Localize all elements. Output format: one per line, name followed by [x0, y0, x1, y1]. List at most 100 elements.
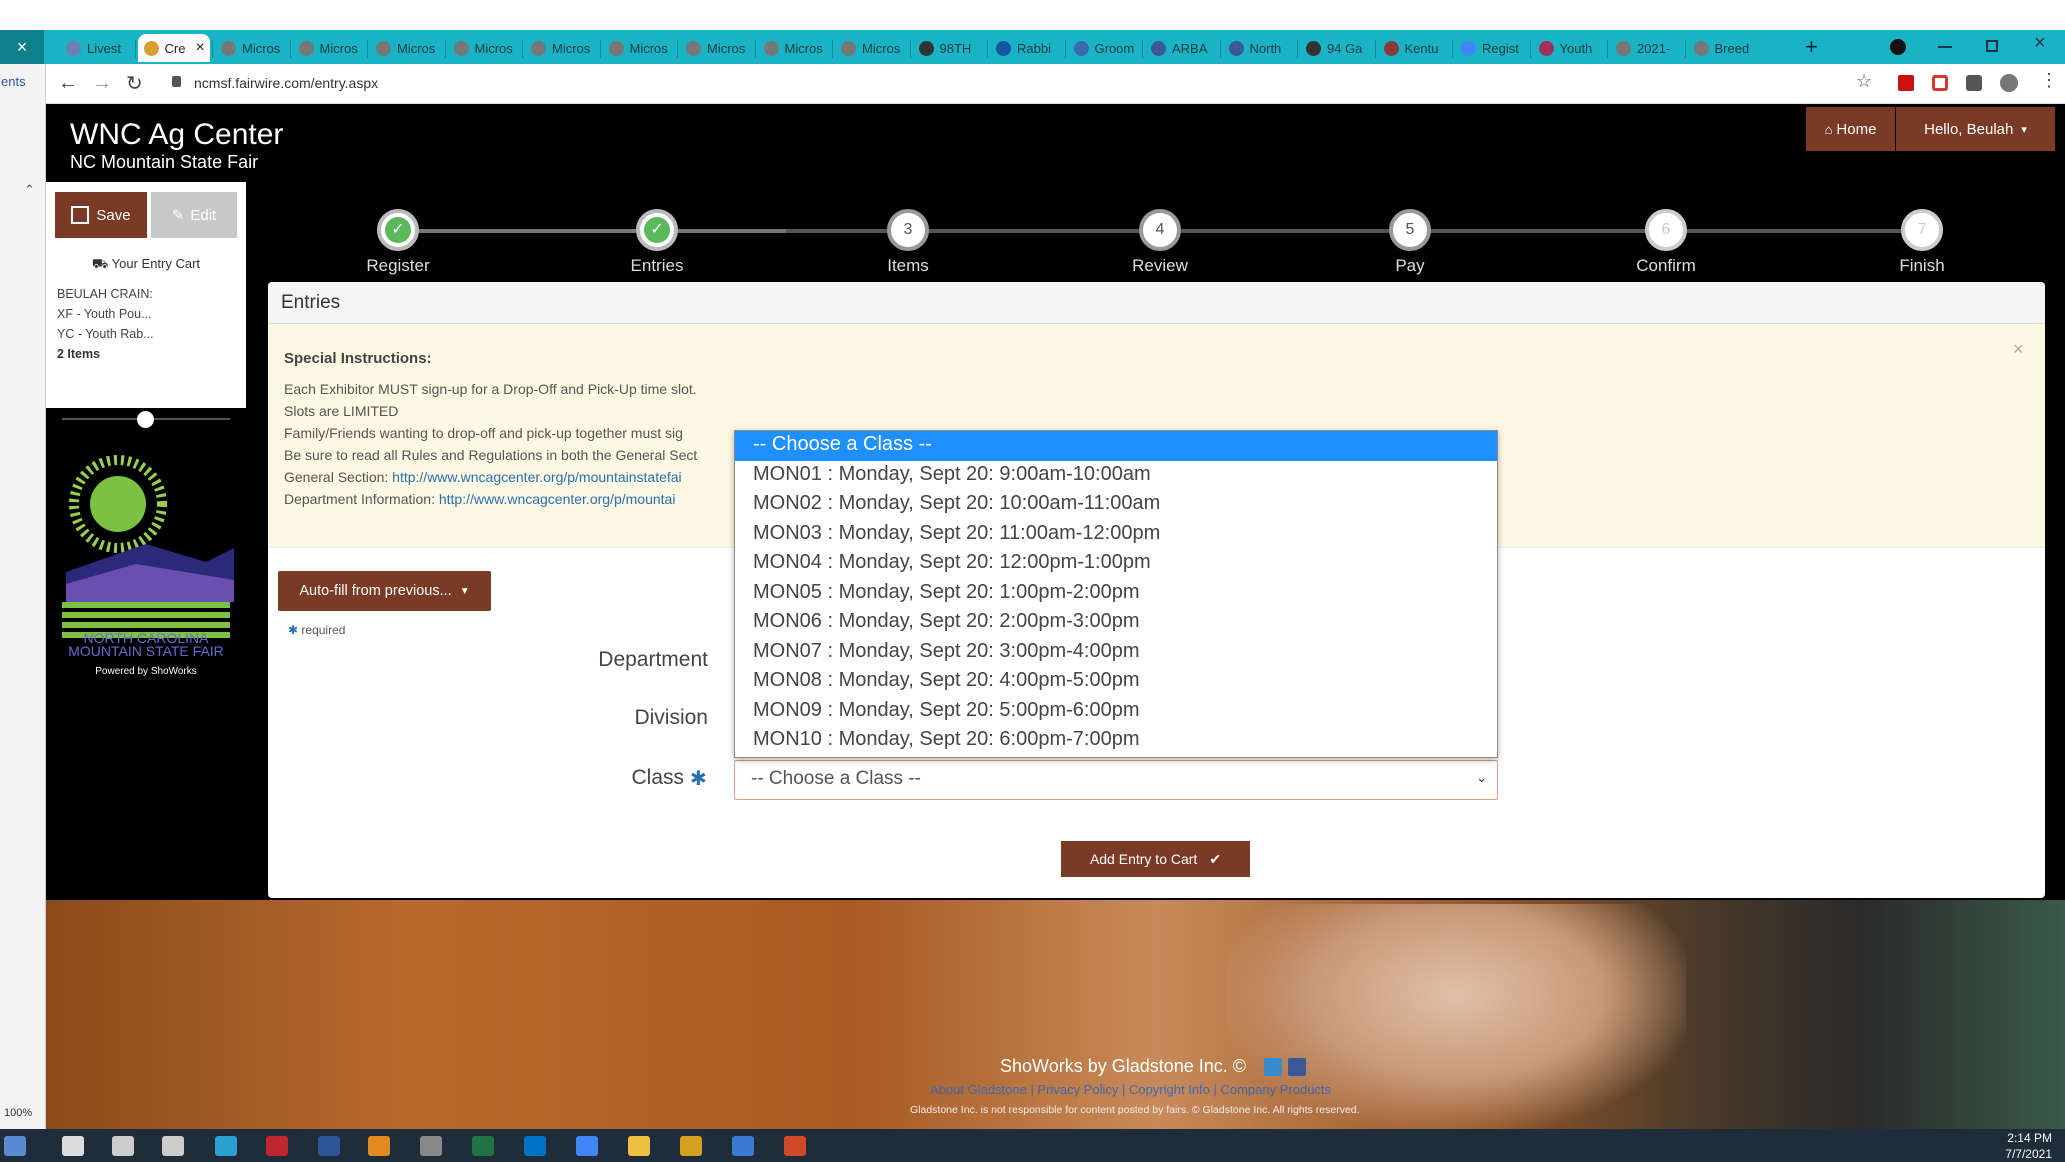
close-tab-icon[interactable]: ×	[195, 39, 204, 57]
browser-tab[interactable]: ARBA	[1145, 34, 1215, 62]
pdf-extension-icon[interactable]	[1898, 75, 1914, 91]
reload-icon[interactable]: ↻	[126, 71, 143, 96]
browser-tab[interactable]: Kentu	[1378, 34, 1448, 62]
browser-tab[interactable]: Micros	[603, 34, 673, 62]
browser-tab[interactable]: Youth	[1533, 34, 1603, 62]
class-option[interactable]: MON05 : Monday, Sept 20: 1:00pm-2:00pm	[735, 579, 1497, 609]
word-icon[interactable]	[318, 1136, 340, 1156]
account-icon[interactable]	[2000, 74, 2018, 92]
browser-tab[interactable]: Micros	[293, 34, 363, 62]
browser-tab[interactable]: Rabbi	[990, 34, 1060, 62]
cart-item[interactable]: YC - Youth Rab...	[57, 327, 154, 341]
browser-tab[interactable]: 94 Ga	[1300, 34, 1370, 62]
tab-separator	[1452, 40, 1453, 58]
class-option[interactable]: MON03 : Monday, Sept 20: 11:00am-12:00pm	[735, 520, 1497, 550]
twitter-icon[interactable]	[1264, 1058, 1283, 1077]
edit-button[interactable]: ✎ Edit	[151, 192, 237, 238]
calculator-icon[interactable]	[420, 1136, 442, 1156]
save-button[interactable]: Save	[55, 192, 147, 238]
tab-label: Micros	[242, 40, 281, 56]
excel-icon[interactable]	[472, 1136, 494, 1156]
task-view-icon[interactable]	[162, 1136, 184, 1156]
department-info-label: Department Information:	[284, 491, 439, 507]
browser-tab[interactable]: Micros	[215, 34, 285, 62]
browser-tab[interactable]: 98TH	[913, 34, 983, 62]
department-info-link[interactable]: http://www.wncagcenter.org/p/mountai	[439, 491, 676, 507]
browser-tab[interactable]: Regist	[1455, 34, 1525, 62]
class-select[interactable]: -- Choose a Class -- ⌄	[734, 760, 1498, 800]
tab-favicon-icon	[1461, 40, 1476, 56]
profile-icon[interactable]	[1890, 39, 1906, 55]
tab-separator	[1064, 40, 1066, 58]
file-explorer-icon[interactable]	[628, 1136, 650, 1156]
cart-title: ⛟ Your Entry Cart	[46, 256, 246, 274]
close-icon[interactable]: ×	[2013, 339, 2024, 360]
home-button[interactable]: ⌂ Home	[1806, 107, 1895, 151]
cart-item[interactable]: XF - Youth Pou...	[57, 307, 152, 321]
tab-favicon-icon	[841, 40, 856, 56]
browser-tab[interactable]: Cre ×	[137, 34, 210, 62]
widget-icon[interactable]	[4, 1136, 26, 1156]
media-icon[interactable]	[368, 1136, 390, 1156]
general-section-link[interactable]: http://www.wncagcenter.org/p/mountainsta…	[392, 469, 682, 485]
class-option[interactable]: MON06 : Monday, Sept 20: 2:00pm-3:00pm	[735, 608, 1497, 638]
restore-icon[interactable]	[1986, 40, 1998, 52]
tab-favicon-icon	[996, 40, 1011, 56]
close-window-icon[interactable]: ×	[0, 30, 44, 64]
photos-icon[interactable]	[732, 1136, 754, 1156]
autofill-button[interactable]: Auto-fill from previous... ▼	[278, 571, 491, 611]
taskbar-clock: 2:14 PM 7/7/2021	[1990, 1130, 2052, 1162]
browser-tab[interactable]: Livest	[60, 34, 130, 62]
browser-tab[interactable]: Breed	[1688, 34, 1758, 62]
forward-icon[interactable]: →	[92, 72, 112, 95]
class-option[interactable]: MON08 : Monday, Sept 20: 4:00pm-5:00pm	[735, 667, 1497, 697]
browser-tab[interactable]: North	[1223, 34, 1293, 62]
back-icon[interactable]: ←	[58, 72, 78, 95]
class-option[interactable]: MON07 : Monday, Sept 20: 3:00pm-4:00pm	[735, 638, 1497, 668]
facebook-icon[interactable]	[1288, 1058, 1307, 1077]
tab-separator	[1684, 40, 1686, 58]
tab-separator	[677, 40, 678, 58]
outlook-icon[interactable]	[524, 1136, 546, 1156]
class-option[interactable]: MON02 : Monday, Sept 20: 10:00am-11:00am	[735, 490, 1497, 520]
start-icon[interactable]	[62, 1136, 84, 1156]
pocket-extension-icon[interactable]	[1932, 75, 1948, 91]
class-option[interactable]: MON04 : Monday, Sept 20: 12:00pm-1:00pm	[735, 549, 1497, 579]
browser-tab[interactable]: Micros	[680, 34, 750, 62]
footer-links[interactable]: About Gladstone | Privacy Policy | Copyr…	[930, 1082, 1331, 1097]
tab-separator	[1374, 40, 1376, 58]
sidebar-toggle-knob[interactable]	[137, 411, 154, 428]
browser-tab[interactable]: Micros	[448, 34, 518, 62]
tab-label: Cre	[164, 40, 186, 56]
app-icon[interactable]	[784, 1136, 806, 1156]
search-icon[interactable]	[112, 1136, 134, 1156]
class-option[interactable]: MON10 : Monday, Sept 20: 6:00pm-7:00pm	[735, 726, 1497, 756]
bookmark-star-icon[interactable]: ☆	[1856, 71, 1872, 92]
browser-tab[interactable]: Micros	[525, 34, 595, 62]
required-note-label: required	[301, 623, 346, 637]
browser-tab[interactable]: Micros	[758, 34, 828, 62]
user-menu-button[interactable]: Hello, Beulah ▾	[1896, 107, 2055, 151]
filezilla-icon[interactable]	[266, 1136, 288, 1156]
autofill-label: Auto-fill from previous...	[299, 583, 452, 599]
menu-dots-icon[interactable]: ⋮	[2040, 70, 2058, 91]
trophy-icon[interactable]	[680, 1136, 702, 1156]
edge-icon[interactable]	[215, 1136, 237, 1156]
url-field[interactable]: ncmsf.fairwire.com/entry.aspx	[194, 75, 378, 91]
minimize-icon[interactable]	[1938, 46, 1952, 48]
close-icon[interactable]: ×	[2034, 32, 2046, 55]
browser-tab[interactable]: Micros	[370, 34, 440, 62]
logo-text-line2: MOUNTAIN STATE FAIR	[68, 643, 224, 659]
class-option[interactable]: MON01 : Monday, Sept 20: 9:00am-10:00am	[735, 461, 1497, 491]
extensions-puzzle-icon[interactable]	[1966, 75, 1982, 91]
chrome-icon[interactable]	[576, 1136, 598, 1156]
collapse-chevron-icon[interactable]: ⌃	[24, 182, 35, 198]
new-tab-button[interactable]: +	[1805, 34, 1818, 60]
add-entry-to-cart-button[interactable]: Add Entry to Cart ✔	[1061, 841, 1250, 877]
browser-tab[interactable]: Groom	[1068, 34, 1138, 62]
class-option[interactable]: -- Choose a Class --	[735, 431, 1497, 461]
browser-tab[interactable]: Micros	[835, 34, 905, 62]
class-option[interactable]: MON09 : Monday, Sept 20: 5:00pm-6:00pm	[735, 697, 1497, 727]
browser-tab[interactable]: 2021-	[1610, 34, 1680, 62]
panel-title: Entries	[268, 282, 2045, 324]
